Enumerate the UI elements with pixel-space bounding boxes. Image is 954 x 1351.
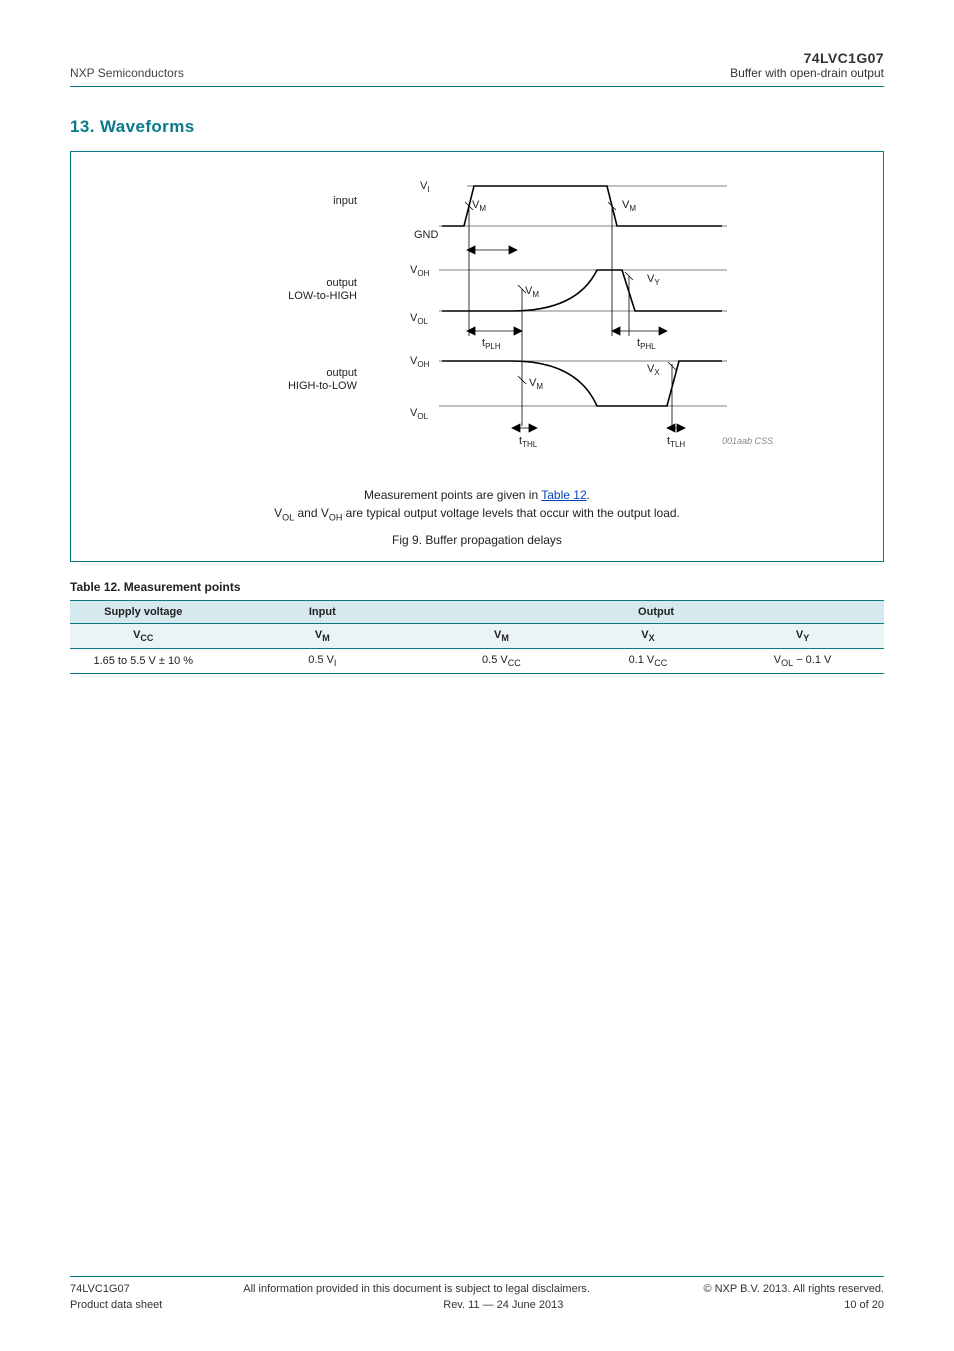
cell-vm-in: 0.5 VI (217, 649, 429, 674)
section-title: 13. Waveforms (70, 117, 884, 137)
th-vx: VX (575, 623, 722, 648)
footer-rev: Rev. 11 — 24 June 2013 (443, 1299, 563, 1311)
th-output: Output (428, 600, 884, 623)
svg-text:VOH: VOH (410, 355, 430, 369)
footer-page: 10 of 20 (844, 1299, 884, 1311)
figure-box: input VI GND VM VM output LOW-to-HIGH VO… (70, 151, 884, 562)
svg-text:001aab CSS: 001aab CSS (722, 436, 773, 446)
table-row: 1.65 to 5.5 V ± 10 % 0.5 VI 0.5 VCC 0.1 … (70, 649, 884, 674)
footer-product-ds: Product data sheet (70, 1299, 162, 1311)
svg-text:VM: VM (622, 199, 636, 213)
product-subtitle: Buffer with open-drain output (730, 66, 884, 80)
svg-text:input: input (333, 195, 357, 207)
th-vcc: VCC (70, 623, 217, 648)
svg-text:LOW-to-HIGH: LOW-to-HIGH (288, 290, 357, 302)
cell-vx: 0.1 VCC (575, 649, 722, 674)
footer-legal: All information provided in this documen… (130, 1283, 704, 1295)
svg-text:tPHL: tPHL (637, 337, 656, 351)
footer-copyright: © NXP B.V. 2013. All rights reserved. (703, 1283, 884, 1295)
th-input: Input (217, 600, 429, 623)
svg-text:VI: VI (420, 180, 430, 194)
svg-text:VOH: VOH (410, 264, 430, 278)
svg-text:HIGH-to-LOW: HIGH-to-LOW (288, 380, 358, 392)
header-rule (70, 86, 884, 87)
th-vy: VY (721, 623, 884, 648)
figure-title: Fig 9. Buffer propagation delays (392, 531, 562, 549)
svg-text:tTLH: tTLH (667, 435, 685, 449)
table-title: Table 12. Measurement points (70, 580, 884, 594)
product-name: 74LVC1G07 (730, 50, 884, 66)
svg-text:tPLH: tPLH (482, 337, 501, 351)
company-name: NXP Semiconductors (70, 66, 184, 80)
measurement-points-table: Supply voltage Input Output VCC VM VM VX… (70, 600, 884, 674)
svg-text:VOL: VOL (410, 312, 429, 326)
cell-vy: VOL − 0.1 V (721, 649, 884, 674)
svg-text:output: output (326, 367, 357, 379)
th-vm-out: VM (428, 623, 575, 648)
svg-text:GND: GND (414, 229, 439, 241)
table-link[interactable]: Table 12 (541, 488, 586, 502)
svg-text:tTHL: tTHL (519, 435, 538, 449)
svg-text:VX: VX (647, 363, 660, 377)
svg-text:VM: VM (529, 377, 543, 391)
th-supply: Supply voltage (70, 600, 217, 623)
svg-text:VOL: VOL (410, 407, 429, 421)
page-footer: 74LVC1G07 All information provided in th… (70, 1276, 884, 1311)
cell-vm-out: 0.5 VCC (428, 649, 575, 674)
timing-diagram: input VI GND VM VM output LOW-to-HIGH VO… (167, 166, 787, 476)
figure-caption: Measurement points are given in Table 12… (89, 486, 865, 549)
th-vm-in: VM (217, 623, 429, 648)
svg-text:VM: VM (472, 199, 486, 213)
footer-doc-id: 74LVC1G07 (70, 1283, 130, 1295)
svg-text:VY: VY (647, 273, 660, 287)
svg-text:VM: VM (525, 285, 539, 299)
cell-supply: 1.65 to 5.5 V ± 10 % (70, 649, 217, 674)
svg-text:output: output (326, 277, 357, 289)
